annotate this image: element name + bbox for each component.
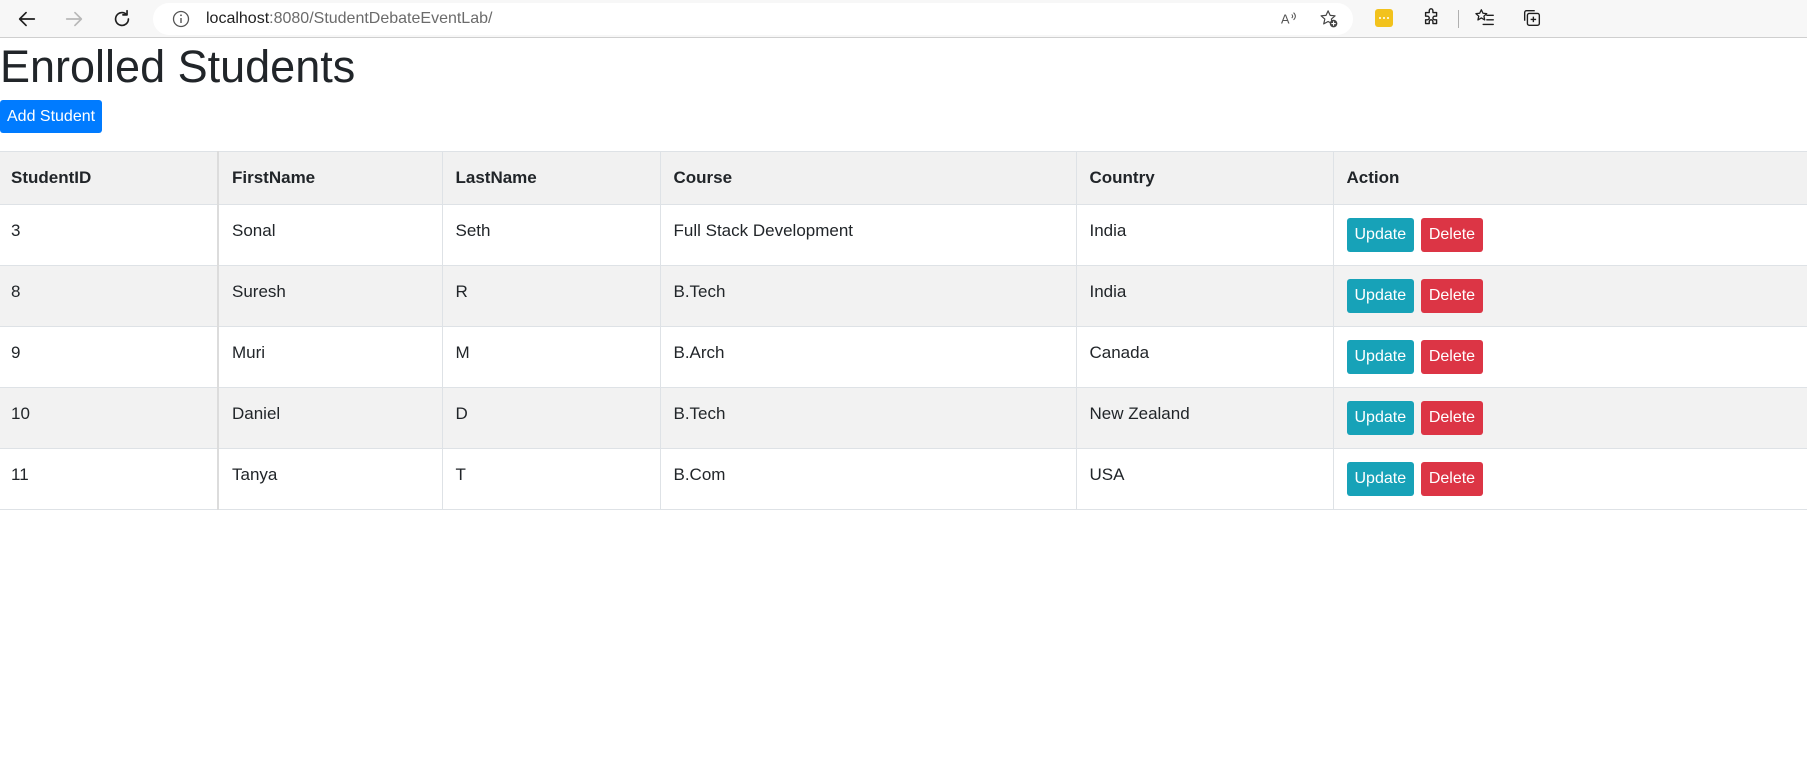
country-text: USA xyxy=(1089,465,1125,484)
cell-studentid: 11 xyxy=(0,448,219,510)
header-firstname: FirstName xyxy=(218,151,443,205)
firstname-text: Suresh xyxy=(232,282,286,301)
refresh-icon[interactable] xyxy=(107,4,137,34)
forward-arrow-icon[interactable] xyxy=(59,4,89,34)
favorites-icon[interactable] xyxy=(1472,5,1498,31)
cell-lastname: R xyxy=(442,265,661,327)
table-row: 11 Tanya T B.Com USA Update Delete xyxy=(0,448,1807,510)
yellow-extension-icon[interactable] xyxy=(1371,5,1397,31)
delete-button[interactable]: Delete xyxy=(1420,340,1484,374)
cell-course: B.Arch xyxy=(660,326,1077,388)
delete-button[interactable]: Delete xyxy=(1420,462,1484,496)
cell-lastname: D xyxy=(442,387,661,449)
studentid-text: 11 xyxy=(11,465,29,484)
update-button[interactable]: Update xyxy=(1346,340,1415,374)
lastname-text: T xyxy=(455,465,466,484)
firstname-text: Tanya xyxy=(232,465,278,484)
cell-country: USA xyxy=(1076,448,1334,510)
cell-firstname: Sonal xyxy=(218,204,443,266)
studentid-text: 8 xyxy=(11,282,21,301)
cell-firstname: Daniel xyxy=(218,387,443,449)
students-table: StudentID FirstName LastName Course Coun… xyxy=(0,151,1807,510)
cell-course: B.Tech xyxy=(660,387,1077,449)
course-text: B.Tech xyxy=(673,282,726,301)
cell-lastname: Seth xyxy=(442,204,661,266)
add-student-button[interactable]: Add Student xyxy=(0,100,103,133)
delete-button[interactable]: Delete xyxy=(1420,279,1484,313)
cell-studentid: 8 xyxy=(0,265,219,327)
update-button[interactable]: Update xyxy=(1346,279,1415,313)
students-table-container: StudentID FirstName LastName Course Coun… xyxy=(0,151,1807,510)
cell-country: New Zealand xyxy=(1076,387,1334,449)
back-arrow-icon[interactable] xyxy=(12,4,42,34)
url-path: :8080/StudentDebateEventLab/ xyxy=(269,10,493,27)
collections-icon[interactable] xyxy=(1519,5,1545,31)
studentid-text: 10 xyxy=(11,404,30,423)
cell-action: Update Delete xyxy=(1333,266,1807,327)
cell-course: B.Tech xyxy=(660,265,1077,327)
read-aloud-icon[interactable]: A xyxy=(1278,8,1300,30)
toolbar-separator xyxy=(1458,10,1459,28)
update-button[interactable]: Update xyxy=(1346,218,1415,252)
cell-action: Update Delete xyxy=(1333,388,1807,449)
studentid-text: 9 xyxy=(11,343,21,362)
browser-toolbar: localhost:8080/StudentDebateEventLab/ A xyxy=(0,0,1807,38)
country-text: New Zealand xyxy=(1089,404,1190,423)
firstname-text: Daniel xyxy=(232,404,281,423)
cell-studentid: 10 xyxy=(0,387,219,449)
table-row: 10 Daniel D B.Tech New Zealand Update De… xyxy=(0,387,1807,449)
country-text: India xyxy=(1089,282,1127,301)
cell-firstname: Muri xyxy=(218,326,443,388)
svg-text:A: A xyxy=(1281,12,1290,27)
lastname-text: M xyxy=(455,343,470,362)
cell-action: Update Delete xyxy=(1333,327,1807,388)
cell-action: Update Delete xyxy=(1333,449,1807,510)
firstname-text: Sonal xyxy=(232,221,276,240)
table-row: 3 Sonal Seth Full Stack Development Indi… xyxy=(0,204,1807,266)
add-favorite-icon[interactable] xyxy=(1318,8,1340,30)
header-studentid: StudentID xyxy=(0,151,219,205)
cell-action: Update Delete xyxy=(1333,205,1807,266)
table-header-row: StudentID FirstName LastName Course Coun… xyxy=(0,151,1807,205)
cell-firstname: Tanya xyxy=(218,448,443,510)
lastname-text: R xyxy=(455,282,468,301)
delete-button[interactable]: Delete xyxy=(1420,218,1484,252)
header-country: Country xyxy=(1076,151,1334,205)
page-title: Enrolled Students xyxy=(0,41,356,92)
cell-studentid: 3 xyxy=(0,204,219,266)
delete-button[interactable]: Delete xyxy=(1420,401,1484,435)
country-text: Canada xyxy=(1089,343,1150,362)
table-row: 9 Muri M B.Arch Canada Update Delete xyxy=(0,326,1807,388)
course-text: B.Com xyxy=(673,465,726,484)
update-button[interactable]: Update xyxy=(1346,401,1415,435)
studentid-text: 3 xyxy=(11,221,21,240)
address-bar[interactable]: localhost:8080/StudentDebateEventLab/ A xyxy=(153,3,1353,35)
lastname-text: D xyxy=(455,404,468,423)
info-icon[interactable] xyxy=(171,9,191,29)
course-text: B.Arch xyxy=(673,343,725,362)
cell-country: Canada xyxy=(1076,326,1334,388)
url-text[interactable]: localhost:8080/StudentDebateEventLab/ xyxy=(206,9,492,29)
lastname-text: Seth xyxy=(455,221,491,240)
cell-lastname: M xyxy=(442,326,661,388)
course-text: B.Tech xyxy=(673,404,726,423)
cell-country: India xyxy=(1076,204,1334,266)
header-action: Action xyxy=(1346,168,1400,187)
puzzle-icon[interactable] xyxy=(1419,5,1445,31)
header-course: Course xyxy=(660,151,1077,205)
cell-course: B.Com xyxy=(660,448,1077,510)
table-row: 8 Suresh R B.Tech India Update Delete xyxy=(0,265,1807,327)
url-host: localhost xyxy=(206,10,270,27)
cell-studentid: 9 xyxy=(0,326,219,388)
cell-lastname: T xyxy=(442,448,661,510)
header-lastname: LastName xyxy=(442,151,661,205)
course-text: Full Stack Development xyxy=(673,221,854,240)
cell-firstname: Suresh xyxy=(218,265,443,327)
firstname-text: Muri xyxy=(232,343,266,362)
cell-country: India xyxy=(1076,265,1334,327)
country-text: India xyxy=(1089,221,1127,240)
cell-course: Full Stack Development xyxy=(660,204,1077,266)
update-button[interactable]: Update xyxy=(1346,462,1415,496)
